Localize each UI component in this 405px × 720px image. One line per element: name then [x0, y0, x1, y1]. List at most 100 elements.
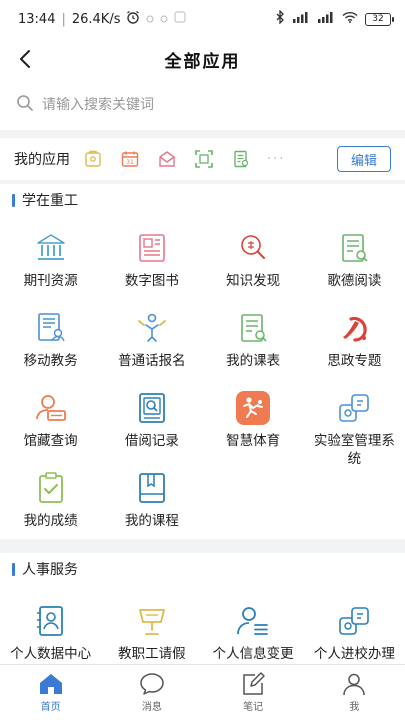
info-change-icon — [235, 603, 271, 639]
app-label: 智慧体育 — [226, 433, 281, 449]
collection-query-icon — [33, 390, 69, 426]
bottom-tab-bar: 首页 消息 笔记 我 — [0, 664, 405, 720]
section-title-text: 学在重工 — [22, 193, 78, 209]
tab-messages[interactable]: 消息 — [101, 665, 202, 720]
section-learning: 学在重工 期刊资源 数字图书 知识发现 歌德阅读 移动教务 普通话报名 我的课表… — [0, 184, 405, 539]
svg-text:31: 31 — [126, 159, 134, 166]
party-emblem-icon — [336, 310, 372, 346]
my-apps-label: 我的应用 — [14, 152, 70, 168]
app-label: 我的课程 — [124, 513, 179, 529]
chevron-left-icon — [20, 50, 30, 68]
quick-app-calendar-icon[interactable]: 31 — [119, 148, 141, 170]
app-label: 歌德阅读 — [327, 273, 382, 289]
section-title: 学在重工 — [0, 184, 405, 216]
tab-home[interactable]: 首页 — [0, 665, 101, 720]
more-icon: ··· — [267, 151, 286, 167]
app-label: 思政专题 — [327, 353, 382, 369]
edit-button[interactable]: 编辑 — [337, 146, 391, 172]
app-label: 数字图书 — [124, 273, 179, 289]
app-label: 我的成绩 — [23, 513, 78, 529]
app-lab-management[interactable]: 实验室管理系统 — [304, 390, 405, 470]
app-label: 教职工请假 — [118, 646, 186, 662]
campus-entry-icon — [336, 603, 372, 639]
app-knowledge-discovery[interactable]: 知识发现 — [203, 230, 304, 310]
app-my-timetable[interactable]: 我的课表 — [203, 310, 304, 390]
app-label: 实验室管理系统 — [313, 433, 395, 467]
signal-icon — [292, 11, 310, 27]
digital-book-icon — [134, 230, 170, 266]
bank-icon — [33, 230, 69, 266]
app-label: 我的课表 — [226, 353, 281, 369]
quick-app-scan-icon[interactable] — [193, 148, 215, 170]
search-box — [14, 88, 391, 122]
note-icon — [243, 672, 265, 695]
borrow-record-icon — [134, 390, 170, 426]
app-collection-query[interactable]: 馆藏查询 — [0, 390, 101, 470]
section-accent-bar — [12, 193, 15, 207]
knowledge-search-icon — [235, 230, 271, 266]
reading-icon — [336, 230, 372, 266]
back-button[interactable] — [10, 44, 40, 74]
app-borrow-records[interactable]: 借阅记录 — [101, 390, 202, 470]
search-bar — [0, 80, 405, 130]
app-label: 知识发现 — [226, 273, 281, 289]
quick-app-mail-icon[interactable] — [156, 148, 178, 170]
app-grid: 期刊资源 数字图书 知识发现 歌德阅读 移动教务 普通话报名 我的课表 思政专题… — [0, 216, 405, 550]
mandarin-signup-icon — [134, 310, 170, 346]
app-ideology-topics[interactable]: 思政专题 — [304, 310, 405, 390]
section-title: 人事服务 — [0, 553, 405, 585]
tab-label: 消息 — [141, 702, 162, 713]
app-label: 借阅记录 — [124, 433, 179, 449]
tab-notes[interactable]: 笔记 — [203, 665, 304, 720]
app-mandarin-signup[interactable]: 普通话报名 — [101, 310, 202, 390]
courses-icon — [134, 470, 170, 506]
wifi-icon — [342, 11, 358, 27]
app-label: 移动教务 — [23, 353, 78, 369]
battery-indicator: 32 — [365, 12, 394, 26]
search-input[interactable] — [42, 97, 391, 113]
my-apps-bar: 我的应用 31 ··· 编辑 — [0, 138, 405, 180]
section-accent-bar — [12, 562, 15, 576]
page-title: 全部应用 — [164, 51, 241, 72]
status-separator: | — [61, 11, 66, 27]
search-icon — [16, 94, 34, 116]
notification-dot-icon — [160, 12, 168, 27]
app-journal-resources[interactable]: 期刊资源 — [0, 230, 101, 310]
quick-app-document-icon[interactable] — [230, 148, 252, 170]
quick-app-bookbag-icon[interactable] — [82, 148, 104, 170]
status-bar: 13:44 | 26.4K/s 32 — [0, 0, 405, 38]
signal-icon — [317, 11, 335, 27]
app-notification-icon — [174, 11, 186, 27]
personal-data-icon — [33, 603, 69, 639]
academic-affairs-icon — [33, 310, 69, 346]
tab-label: 我 — [349, 702, 360, 713]
tab-profile[interactable]: 我 — [304, 665, 405, 720]
staff-leave-icon — [134, 603, 170, 639]
profile-icon — [343, 673, 366, 696]
home-icon — [39, 674, 62, 694]
message-icon — [140, 673, 164, 695]
app-smart-sports[interactable]: 智慧体育 — [203, 390, 304, 470]
app-goethe-reading[interactable]: 歌德阅读 — [304, 230, 405, 310]
alarm-icon — [126, 10, 140, 28]
app-label: 普通话报名 — [118, 353, 186, 369]
grades-icon — [33, 470, 69, 506]
lab-management-icon — [336, 390, 372, 426]
smart-sports-icon — [235, 390, 271, 426]
app-label: 个人数据中心 — [10, 646, 92, 662]
section-hr-services: 人事服务 个人数据中心 教职工请假 个人信息变更 个人进校办理 — [0, 553, 405, 664]
bluetooth-icon — [275, 9, 285, 28]
my-apps-quick-icons: 31 ··· — [82, 148, 337, 170]
app-digital-books[interactable]: 数字图书 — [101, 230, 202, 310]
app-label: 馆藏查询 — [23, 433, 78, 449]
network-speed: 26.4K/s — [71, 11, 121, 27]
timetable-icon — [235, 310, 271, 346]
tab-label: 首页 — [40, 702, 61, 713]
app-mobile-academic[interactable]: 移动教务 — [0, 310, 101, 390]
app-label: 个人信息变更 — [212, 646, 294, 662]
app-label: 个人进校办理 — [313, 646, 395, 662]
section-title-text: 人事服务 — [22, 562, 78, 578]
app-my-grades[interactable]: 我的成绩 — [0, 470, 101, 550]
status-time: 13:44 — [18, 11, 56, 27]
app-my-courses[interactable]: 我的课程 — [101, 470, 202, 550]
